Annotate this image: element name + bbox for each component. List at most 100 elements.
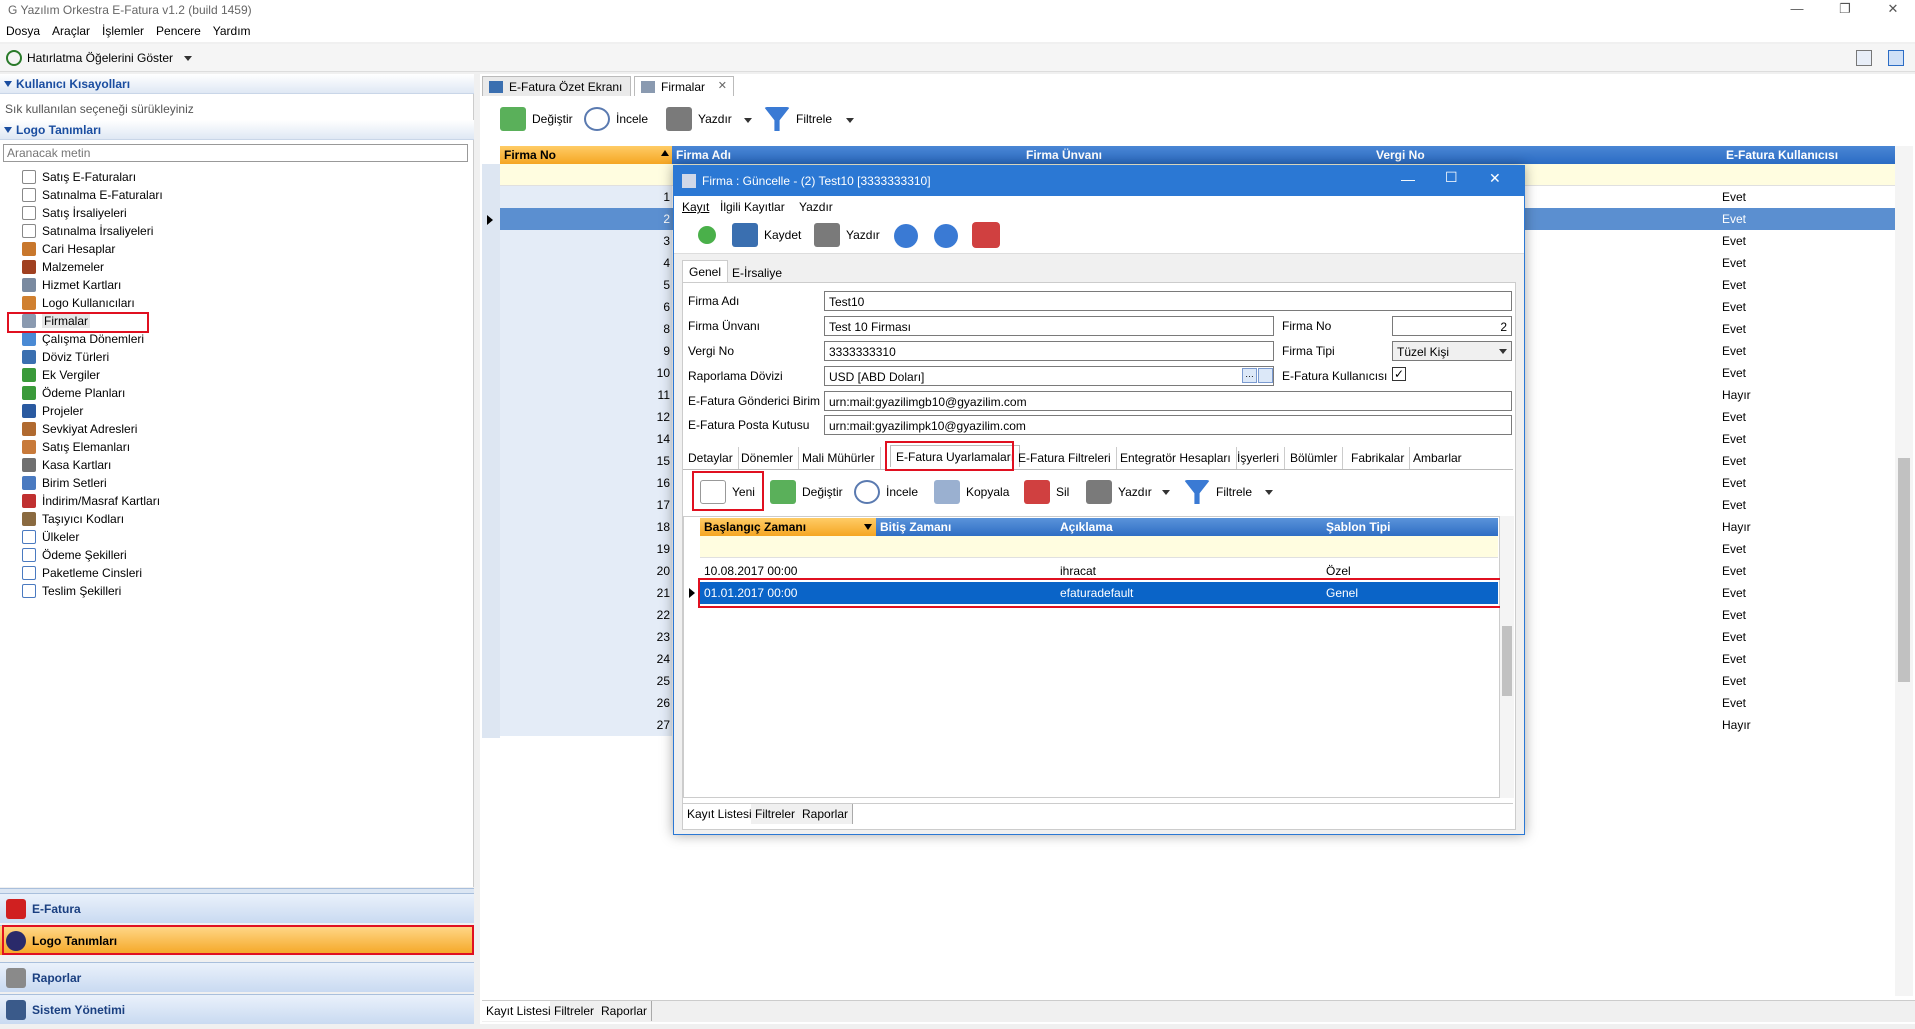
firma-adi-field[interactable]: Test10 [824, 291, 1512, 311]
firma-no-field[interactable]: 2 [1392, 316, 1512, 336]
dialog-print-button[interactable]: Yazdır [814, 220, 880, 250]
tree-item-malzemeler[interactable]: Malzemeler [22, 258, 104, 276]
scrollbar-thumb[interactable] [1502, 626, 1512, 696]
tree-item-satis-elemanlari[interactable]: Satış Elemanları [22, 438, 130, 456]
tree-item-ulkeler[interactable]: Ülkeler [22, 528, 79, 546]
print-button[interactable]: Yazdır [666, 104, 732, 134]
arrow-down-icon[interactable] [934, 224, 958, 248]
arrow-up-icon[interactable] [894, 224, 918, 248]
firma-unvani-field[interactable]: Test 10 Firması [824, 316, 1274, 336]
search-input[interactable] [3, 144, 468, 162]
maximize-button[interactable]: ❐ [1828, 0, 1862, 20]
edit-button[interactable]: Değiştir [500, 104, 573, 134]
list-lookup-icon[interactable] [1258, 368, 1273, 383]
logo-definitions-header[interactable]: Logo Tanımları [0, 120, 474, 140]
tab-genel[interactable]: Genel [682, 260, 729, 282]
tree-item-birim-setleri[interactable]: Birim Setleri [22, 474, 107, 492]
tree-item-indirim-masraf[interactable]: İndirim/Masraf Kartları [22, 492, 160, 510]
nav-logo-tanimlari[interactable]: Logo Tanımları [0, 925, 474, 955]
subtab-fabrikalar[interactable]: Fabrikalar [1346, 447, 1411, 469]
chevron-down-icon[interactable] [1499, 349, 1507, 354]
subtab-detaylar[interactable]: Detaylar [683, 447, 739, 469]
tree-item-satis-efaturalari[interactable]: Satış E-Faturaları [22, 168, 136, 186]
menu-dosya[interactable]: Dosya [0, 20, 46, 38]
table-row[interactable]: 10.08.2017 00:00 ihracat Özel [700, 560, 1498, 582]
tree-item-calisma-donemleri[interactable]: Çalışma Dönemleri [22, 330, 144, 348]
subtab-mali-muhurler[interactable]: Mali Mühürler [797, 447, 881, 469]
firma-tipi-select[interactable]: Tüzel Kişi [1392, 341, 1512, 361]
tab-firmalar[interactable]: Firmalar ✕ [634, 76, 734, 96]
inspect-button[interactable]: İncele [584, 104, 648, 134]
subtab-efatura-filtreleri[interactable]: E-Fatura Filtreleri [1013, 447, 1117, 469]
sub-edit-button[interactable]: Değiştir [770, 477, 843, 507]
col-sablon-tipi[interactable]: Şablon Tipi [1322, 518, 1498, 536]
tree-item-satinalma-irsaliyeleri[interactable]: Satınalma İrsaliyeleri [22, 222, 153, 240]
filter-dropdown-icon[interactable] [846, 118, 854, 123]
tree-item-teslim-sekilleri[interactable]: Teslim Şekilleri [22, 582, 121, 600]
menu-yazdir[interactable]: Yazdır [799, 200, 833, 214]
tree-item-satis-irsaliyeleri[interactable]: Satış İrsaliyeleri [22, 204, 127, 222]
ellipsis-lookup-icon[interactable]: … [1242, 368, 1257, 383]
close-tab-icon[interactable]: ✕ [718, 79, 727, 92]
reminder-button[interactable]: Hatırlatma Öğelerini Göster [27, 51, 173, 65]
menu-araclar[interactable]: Araçlar [46, 20, 96, 38]
sub-vertical-scrollbar[interactable] [1500, 516, 1514, 798]
chevron-down-icon[interactable] [184, 56, 192, 61]
tree-item-logo-kullanicilari[interactable]: Logo Kullanıcıları [22, 294, 135, 312]
close-button[interactable]: ✕ [1876, 0, 1910, 20]
checkmark-icon[interactable] [972, 222, 1000, 248]
tab-filtreler[interactable]: Filtreler [550, 1001, 600, 1021]
tree-item-hizmet-kartlari[interactable]: Hizmet Kartları [22, 276, 121, 294]
dialog-maximize-button[interactable]: ☐ [1445, 169, 1458, 186]
subtab-efatura-uyarlamalari[interactable]: E-Fatura Uyarlamaları [890, 445, 1021, 467]
print-dropdown-icon[interactable] [744, 118, 752, 123]
sub-inspect-button[interactable]: İncele [854, 477, 918, 507]
nav-raporlar[interactable]: Raporlar [0, 962, 474, 992]
col-bitis-zamani[interactable]: Bitiş Zamanı [876, 518, 1056, 536]
nav-sistem-yonetimi[interactable]: Sistem Yönetimi [0, 994, 474, 1024]
col-baslangic-zamani[interactable]: Başlangıç Zamanı [700, 518, 876, 536]
sub-print-dropdown-icon[interactable] [1162, 490, 1170, 495]
tree-item-tasiyici-kodlari[interactable]: Taşıyıcı Kodları [22, 510, 124, 528]
sub-filter-dropdown-icon[interactable] [1265, 490, 1273, 495]
tree-item-firmalar[interactable]: Firmalar [22, 312, 90, 330]
raporlama-dovizi-field[interactable]: USD [ABD Doları] [824, 366, 1274, 386]
filter-button[interactable]: Filtrele [764, 104, 832, 134]
dialog-tab-raporlar[interactable]: Raporlar [798, 804, 854, 824]
menu-kayit[interactable]: Kayıt [682, 200, 709, 214]
tree-item-sevkiyat-adresleri[interactable]: Sevkiyat Adresleri [22, 420, 137, 438]
col-firma-unvani[interactable]: Firma Ünvanı [1022, 146, 1372, 164]
col-firma-no[interactable]: Firma No [500, 146, 672, 164]
save-button[interactable]: Kaydet [732, 220, 801, 250]
minimize-button[interactable]: — [1780, 0, 1814, 20]
tree-item-ek-vergiler[interactable]: Ek Vergiler [22, 366, 100, 384]
tree-item-odeme-sekilleri[interactable]: Ödeme Şekilleri [22, 546, 127, 564]
menu-islemler[interactable]: İşlemler [96, 20, 150, 38]
tab-raporlar[interactable]: Raporlar [597, 1001, 653, 1021]
new-button[interactable]: Yeni [700, 477, 755, 507]
menu-ilgili-kayitlar[interactable]: İlgili Kayıtlar [720, 200, 785, 214]
subtab-isyerleri[interactable]: İşyerleri [1232, 447, 1286, 469]
subtab-bolumler[interactable]: Bölümler [1285, 447, 1344, 469]
add-icon[interactable] [698, 226, 716, 244]
window-icon[interactable] [1888, 50, 1904, 66]
tree-item-paketleme-cinsleri[interactable]: Paketleme Cinsleri [22, 564, 142, 582]
gonderici-birim-field[interactable]: urn:mail:gyazilimgb10@gyazilim.com [824, 391, 1512, 411]
menu-pencere[interactable]: Pencere [150, 20, 207, 38]
posta-kutusu-field[interactable]: urn:mail:gyazilimpk10@gyazilim.com [824, 415, 1512, 435]
copy-button[interactable]: Kopyala [934, 477, 1009, 507]
nav-efatura[interactable]: E-Fatura [0, 893, 474, 923]
shortcuts-header[interactable]: Kullanıcı Kısayolları [0, 74, 474, 94]
menu-yardim[interactable]: Yardım [207, 20, 257, 38]
dialog-minimize-button[interactable]: — [1401, 171, 1415, 187]
subtab-donemler[interactable]: Dönemler [736, 447, 800, 469]
col-vergi-no[interactable]: Vergi No [1372, 146, 1722, 164]
tree-item-doviz-turleri[interactable]: Döviz Türleri [22, 348, 109, 366]
sub-filter-button[interactable]: Filtrele [1184, 477, 1252, 507]
sub-print-button[interactable]: Yazdır [1086, 477, 1152, 507]
tree-item-odeme-planlari[interactable]: Ödeme Planları [22, 384, 125, 402]
tab-efatura-ozet[interactable]: E-Fatura Özet Ekranı [482, 76, 632, 96]
subtab-ambarlar[interactable]: Ambarlar [1408, 447, 1467, 469]
col-firma-adi[interactable]: Firma Adı [672, 146, 1022, 164]
sub-filter-row[interactable] [700, 536, 1498, 558]
